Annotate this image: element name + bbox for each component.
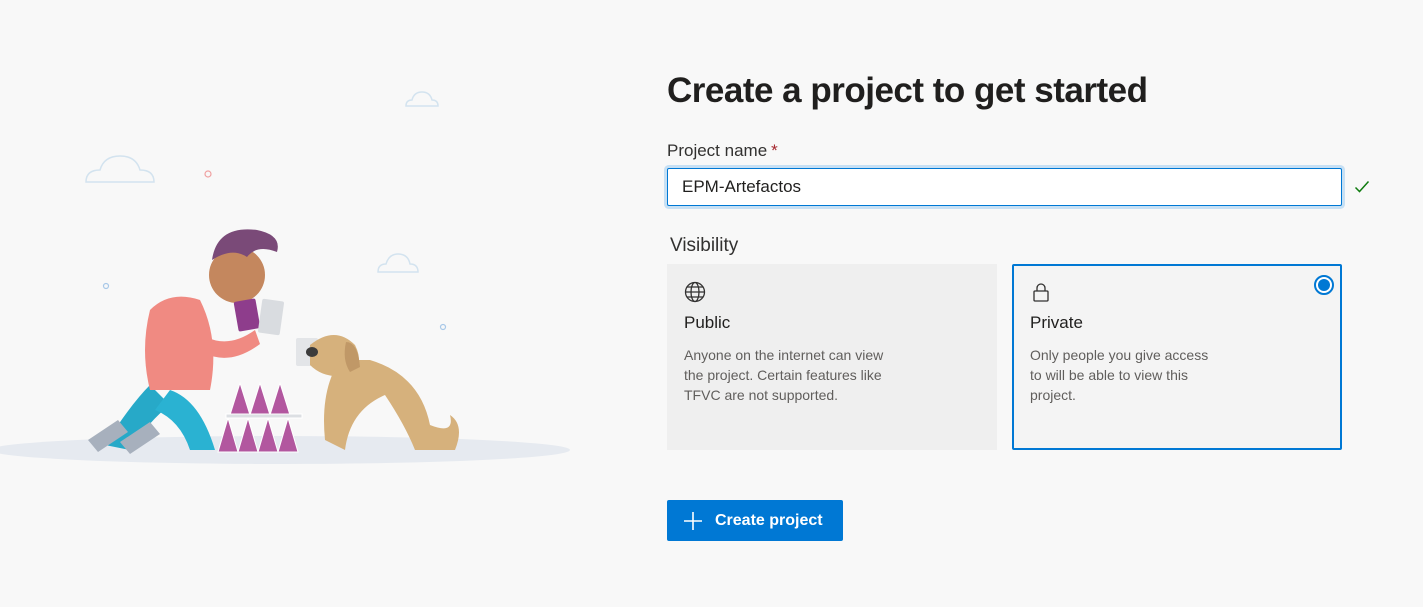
- page-title: Create a project to get started: [667, 71, 1148, 110]
- visibility-option-private[interactable]: Private Only people you give access to w…: [1012, 264, 1342, 450]
- visibility-option-title: Private: [1030, 313, 1083, 332]
- visibility-option-title: Public: [684, 313, 731, 332]
- selected-radio-indicator[interactable]: [1314, 275, 1334, 295]
- project-name-label-text: Project name: [667, 141, 768, 160]
- required-marker: *: [771, 141, 778, 160]
- checkmark-icon: [1354, 180, 1370, 193]
- plus-icon: [684, 511, 702, 530]
- visibility-label: Visibility: [670, 235, 739, 256]
- project-name-input[interactable]: [667, 168, 1342, 206]
- project-name-label: Project name *: [667, 141, 778, 161]
- project-name-field: [667, 168, 1342, 206]
- create-project-form: Create a project to get started Project …: [667, 0, 1387, 607]
- house-of-cards-illustration: [0, 91, 570, 464]
- lock-icon: [1033, 283, 1049, 302]
- globe-icon: [684, 281, 706, 303]
- visibility-option-description: Anyone on the internet can view the proj…: [684, 347, 884, 403]
- visibility-option-public[interactable]: Public Anyone on the internet can view t…: [667, 264, 997, 450]
- dog: [296, 335, 459, 450]
- hero-illustration: [0, 60, 600, 480]
- visibility-option-description: Only people you give access to will be a…: [1030, 347, 1209, 403]
- create-project-label: Create project: [715, 511, 823, 529]
- create-project-button[interactable]: Create project: [667, 500, 843, 541]
